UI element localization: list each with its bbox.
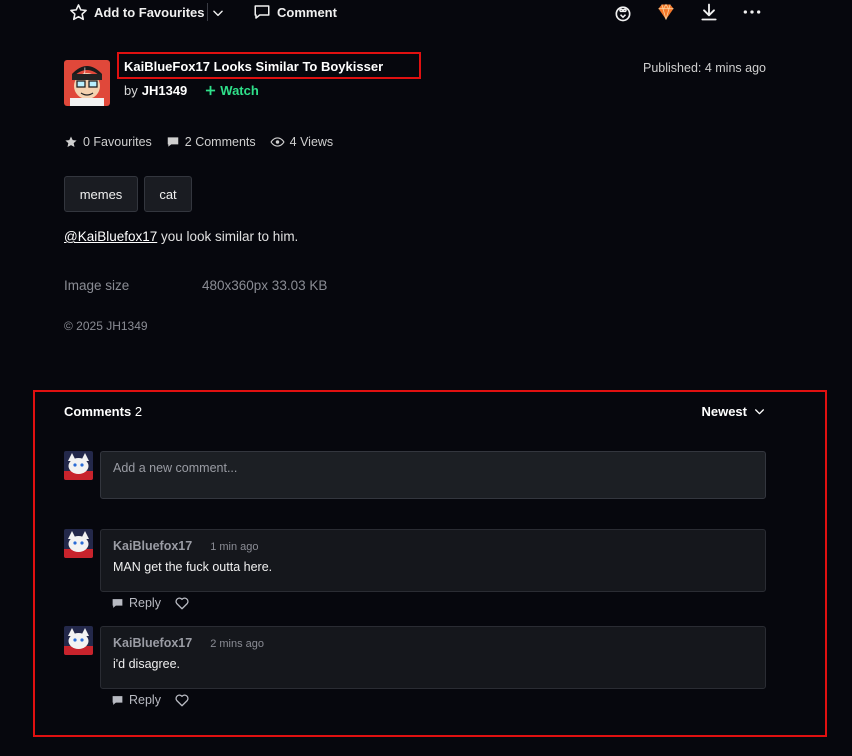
comment-text: MAN get the fuck outta here. [113, 560, 273, 574]
byline: by JH1349 Watch [124, 83, 259, 98]
favourites-stat[interactable]: 0 Favourites [64, 135, 152, 149]
sort-dropdown[interactable]: Newest [701, 404, 766, 419]
comment-label: Comment [277, 4, 337, 20]
comments-count: 2 Comments [184, 135, 256, 149]
reply-button[interactable]: Reply [111, 596, 161, 610]
comment-actions: Reply [111, 693, 189, 707]
reply-bubble-icon [111, 597, 124, 610]
eye-icon [270, 135, 285, 149]
comment-header: KaiBluefox17 1 min ago [113, 539, 259, 553]
copyright: © 2025 JH1349 [64, 319, 148, 333]
tag-cat[interactable]: cat [144, 176, 192, 212]
comment-card: KaiBluefox17 1 min ago MAN get the fuck … [100, 529, 766, 592]
comment-avatar[interactable] [64, 529, 93, 558]
more-options-icon[interactable] [742, 4, 762, 20]
image-size-label: Image size [64, 278, 130, 293]
comment-time[interactable]: 2 mins ago [210, 638, 264, 650]
core-gem-icon[interactable] [656, 2, 676, 22]
deviation-title: KaiBlueFox17 Looks Similar To Boykisser [124, 59, 384, 74]
description-text: you look similar to him. [157, 229, 299, 244]
comment-header: KaiBluefox17 2 mins ago [113, 636, 264, 650]
comment-button[interactable]: Comment [253, 3, 337, 21]
comments-heading-count: 2 [134, 404, 143, 419]
add-to-favourites-label: Add to Favourites [94, 5, 205, 20]
reply-button[interactable]: Reply [111, 693, 161, 707]
views-count: 4 Views [289, 135, 334, 149]
comment-icon [253, 3, 271, 21]
plus-icon [205, 85, 216, 96]
comments-heading: Comments 2 [64, 404, 142, 419]
image-size-value: 480x360px 33.03 KB [202, 278, 328, 293]
stats-bar: 0 Favourites 2 Comments 4 Views [64, 135, 333, 149]
star-outline-icon [69, 3, 88, 22]
comment-username[interactable]: KaiBluefox17 [113, 539, 192, 553]
by-label: by [124, 83, 138, 98]
views-stat: 4 Views [270, 135, 334, 149]
author-avatar[interactable]: J [64, 60, 110, 106]
watch-button[interactable]: Watch [205, 83, 259, 98]
toolbar-divider [207, 3, 208, 21]
author-link[interactable]: JH1349 [142, 83, 188, 98]
chevron-down-icon [753, 405, 766, 418]
comment-bubble-icon [166, 135, 180, 149]
current-user-avatar [64, 451, 93, 480]
star-filled-icon [64, 135, 78, 149]
reply-label: Reply [129, 596, 161, 610]
sort-label: Newest [701, 404, 747, 419]
new-comment-placeholder: Add a new comment... [113, 461, 238, 475]
comments-heading-label: Comments [64, 404, 132, 419]
comments-stat[interactable]: 2 Comments [166, 135, 256, 149]
heart-icon[interactable] [175, 597, 189, 610]
gift-icon[interactable] [613, 3, 633, 23]
comment-actions: Reply [111, 596, 189, 610]
watch-label: Watch [220, 83, 259, 98]
deviation-title-box: KaiBlueFox17 Looks Similar To Boykisser [117, 52, 421, 79]
comment-card: KaiBluefox17 2 mins ago i'd disagree. [100, 626, 766, 689]
heart-icon[interactable] [175, 694, 189, 707]
comment-avatar[interactable] [64, 626, 93, 655]
favourites-count: 0 Favourites [83, 135, 152, 149]
new-comment-input[interactable]: Add a new comment... [100, 451, 766, 499]
comment-text: i'd disagree. [113, 657, 181, 671]
published-time: Published: 4 mins ago [643, 61, 766, 75]
download-icon[interactable] [699, 2, 719, 22]
reply-bubble-icon [111, 694, 124, 707]
add-to-favourites-button[interactable]: Add to Favourites [69, 3, 205, 22]
comment-username[interactable]: KaiBluefox17 [113, 636, 192, 650]
tag-memes[interactable]: memes [64, 176, 138, 212]
description: @KaiBluefox17 you look similar to him. [64, 229, 298, 244]
comment-time[interactable]: 1 min ago [210, 541, 258, 553]
mention-link[interactable]: @KaiBluefox17 [64, 229, 157, 244]
chevron-down-icon[interactable] [211, 6, 225, 20]
svg-text:J: J [83, 67, 86, 74]
reply-label: Reply [129, 693, 161, 707]
